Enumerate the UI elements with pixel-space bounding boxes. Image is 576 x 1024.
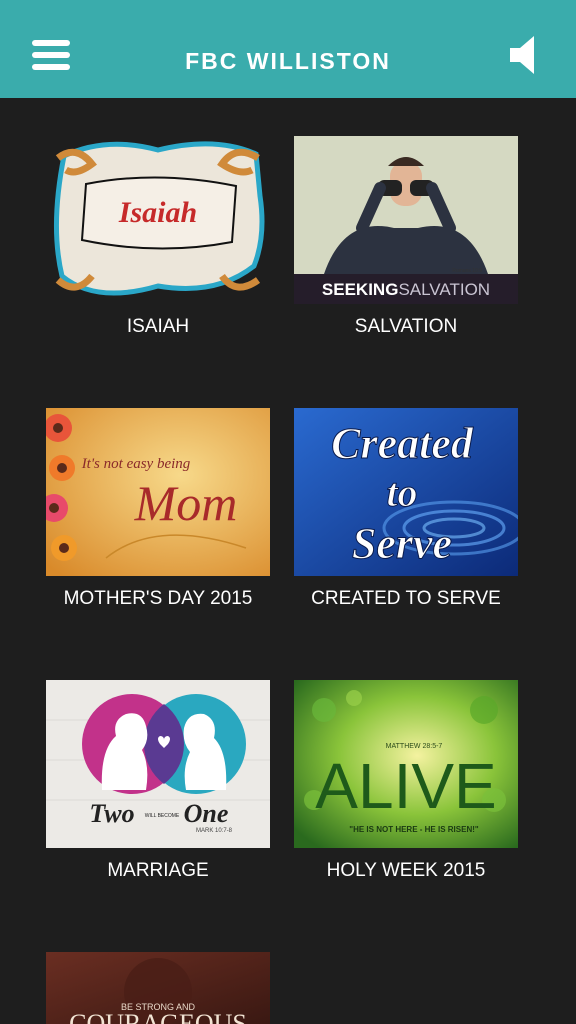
- speaker-icon[interactable]: [508, 34, 540, 76]
- marriage-art-text-a: Two: [89, 799, 134, 828]
- series-label[interactable]: ISAIAH: [46, 316, 270, 338]
- series-label[interactable]: HOLY WEEK 2015: [294, 860, 518, 882]
- created-art-text-a: Created: [331, 419, 474, 468]
- series-label[interactable]: MOTHER'S DAY 2015: [46, 588, 270, 610]
- holy-week-art-text: ALIVE: [315, 750, 496, 822]
- series-thumbnail[interactable]: Created to Serve: [294, 408, 518, 576]
- marriage-art-text-b: One: [184, 799, 229, 828]
- series-thumbnail[interactable]: Two WILL BECOME One MARK 10:7-8: [46, 680, 270, 848]
- holy-week-art-sub: "HE IS NOT HERE - HE IS RISEN!": [349, 825, 479, 834]
- isaiah-art-text: Isaiah: [118, 196, 197, 229]
- salvation-art-text-a: SEEKING: [322, 280, 399, 299]
- series-card-created-to-serve[interactable]: Created to Serve CREATED TO SERVE: [294, 408, 518, 610]
- app-header: FBC WILLISTON: [0, 0, 576, 98]
- series-card-marriage[interactable]: Two WILL BECOME One MARK 10:7-8 MARRIAGE: [46, 680, 270, 882]
- salvation-art-small: Romans 10:9: [452, 268, 482, 274]
- created-art-text-c: Serve: [352, 519, 452, 568]
- created-art-text-b: to: [386, 470, 417, 515]
- holy-week-art-ref: MATTHEW 28:5-7: [386, 743, 443, 750]
- marriage-art-text-small: WILL BECOME: [145, 813, 180, 819]
- series-card-mothers-day[interactable]: It's not easy being Mom MOTHER'S DAY 201…: [46, 408, 270, 610]
- series-thumbnail[interactable]: MATTHEW 28:5-7 ALIVE "HE IS NOT HERE - H…: [294, 680, 518, 848]
- mothers-day-art-text-a: It's not easy being: [81, 456, 191, 472]
- series-card-isaiah[interactable]: Isaiah ISAIAH: [46, 136, 270, 338]
- series-card-holy-week[interactable]: MATTHEW 28:5-7 ALIVE "HE IS NOT HERE - H…: [294, 680, 518, 882]
- svg-text:SEEKINGSALVATION: SEEKINGSALVATION: [322, 280, 490, 299]
- app-title: FBC WILLISTON: [185, 48, 391, 74]
- series-card-salvation[interactable]: Romans 10:9 SEEKINGSALVATION SALVATION: [294, 136, 518, 338]
- series-label[interactable]: MARRIAGE: [46, 860, 270, 882]
- series-thumbnail[interactable]: It's not easy being Mom: [46, 408, 270, 576]
- series-card-courageous[interactable]: BE STRONG AND COURAGEOUS: [46, 952, 270, 1024]
- series-thumbnail[interactable]: Isaiah: [46, 136, 270, 304]
- series-thumbnail[interactable]: BE STRONG AND COURAGEOUS: [46, 952, 270, 1024]
- courageous-art-text-b: COURAGEOUS: [69, 1009, 247, 1024]
- series-thumbnail[interactable]: Romans 10:9 SEEKINGSALVATION: [294, 136, 518, 304]
- mothers-day-art-text-b: Mom: [134, 475, 238, 531]
- salvation-art-text-b: SALVATION: [398, 280, 490, 299]
- series-label[interactable]: SALVATION: [294, 316, 518, 338]
- series-label[interactable]: CREATED TO SERVE: [294, 588, 518, 610]
- marriage-art-ref: MARK 10:7-8: [196, 828, 233, 834]
